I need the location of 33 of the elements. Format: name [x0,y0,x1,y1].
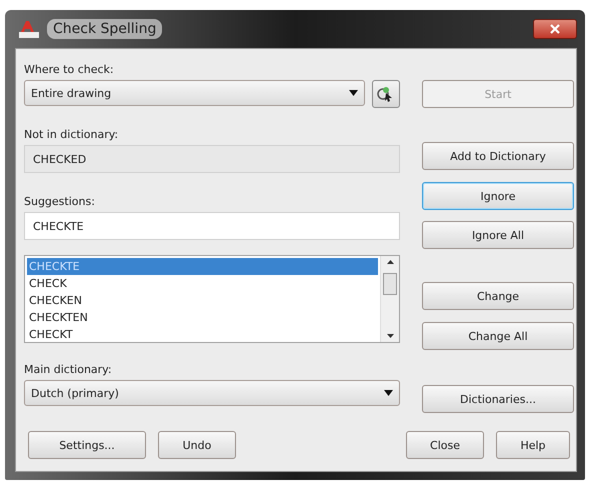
dialog-button[interactable]: Settings... [28,431,146,459]
scroll-thumb[interactable] [383,273,397,295]
field-label: Where to check: [24,63,115,77]
field-label: Not in dictionary: [24,128,120,142]
add-to-dictionary-button[interactable]: Add to Dictionary [422,142,574,170]
window-title: Check Spelling [47,19,162,39]
scrollbar[interactable] [380,256,399,342]
field-label: Suggestions: [24,195,96,209]
main-dictionary-dropdown[interactable]: Dutch (primary) [24,380,400,406]
dropdown-arrow-icon [349,90,358,96]
close-icon [550,24,560,34]
dialog-button[interactable]: Close [406,431,484,459]
ignore-all-button[interactable]: Ignore All [422,221,574,249]
suggestion-input[interactable]: CHECKTE [24,212,400,240]
app-logo-icon [19,20,39,38]
scroll-down-icon [386,334,394,338]
ignore-button[interactable]: Ignore [422,182,574,210]
list-item[interactable]: CHECK [27,275,378,292]
close-button[interactable] [533,19,577,39]
scroll-up-icon [386,260,394,264]
change-button[interactable]: Change [422,282,574,310]
list-item[interactable]: CHECKT [27,326,378,343]
field-label: Main dictionary: [24,363,113,377]
dialog-button[interactable]: Help [496,431,570,459]
select-objects-button[interactable] [372,80,400,108]
not-in-dictionary-field: CHECKED [24,145,400,173]
list-item[interactable]: CHECKEN [27,292,378,309]
list-item[interactable]: CHECKTEN [27,309,378,326]
dropdown-arrow-icon [384,390,393,396]
dictionaries-button[interactable]: Dictionaries... [422,385,574,413]
change-all-button[interactable]: Change All [422,322,574,350]
where-to-check-dropdown[interactable]: Entire drawing [24,80,365,106]
dialog-button[interactable]: Undo [158,431,236,459]
